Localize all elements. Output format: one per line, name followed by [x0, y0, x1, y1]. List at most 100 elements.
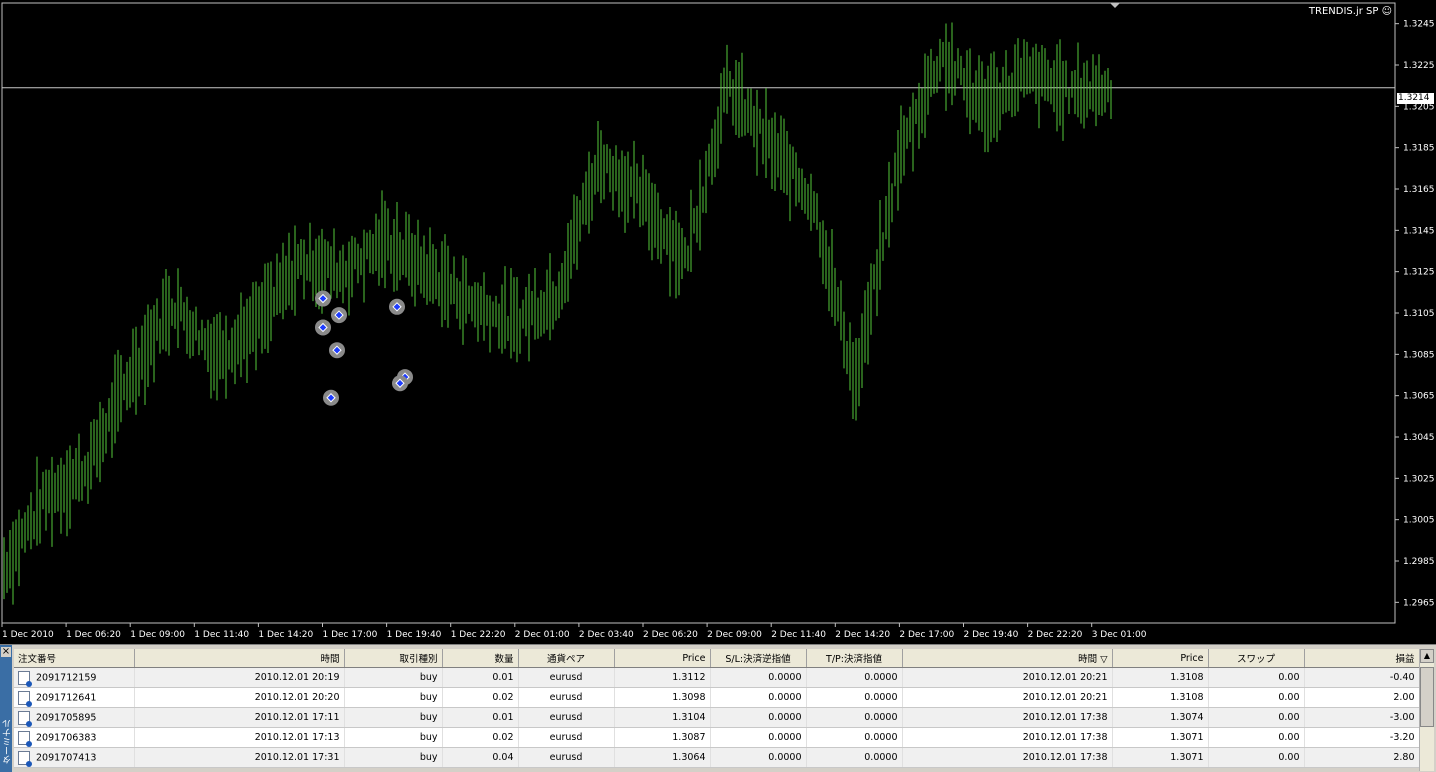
- table-cell: 2.80: [1304, 747, 1420, 768]
- column-header[interactable]: T/P:決済指値: [806, 649, 903, 668]
- terminal-tab-label: ターミナル: [3, 719, 13, 764]
- table-cell: 1.3064: [614, 747, 711, 768]
- x-tick-label: 2 Dec 01:00: [515, 630, 570, 640]
- table-row[interactable]: 2091712159 2010.12.01 20:19 buy 0.01 eurusd 1…: [14, 667, 1420, 688]
- x-tick-label: 1 Dec 11:40: [194, 630, 249, 640]
- y-tick-label: 1.2985: [1403, 557, 1435, 567]
- column-header[interactable]: 損益: [1304, 649, 1420, 668]
- table-cell: eurusd: [518, 667, 615, 688]
- terminal-side-tab[interactable]: × ターミナル: [0, 645, 13, 772]
- table-cell: 1.3071: [1112, 747, 1209, 768]
- column-header[interactable]: 注文番号: [14, 649, 135, 668]
- x-tick-label: 1 Dec 06:20: [66, 630, 121, 640]
- table-cell: 1.3074: [1112, 707, 1209, 728]
- y-tick-label: 1.3085: [1403, 350, 1435, 360]
- vertical-scrollbar[interactable]: ▲: [1419, 649, 1434, 771]
- table-cell: 1.3112: [614, 667, 711, 688]
- y-tick-label: 1.3245: [1403, 20, 1435, 30]
- x-tick-label: 1 Dec 22:20: [451, 630, 506, 640]
- table-cell: 0.0000: [806, 707, 903, 728]
- column-header[interactable]: 取引種別: [344, 649, 443, 668]
- table-cell: 2010.12.01 20:21: [902, 667, 1113, 688]
- close-icon[interactable]: ×: [1, 647, 11, 657]
- column-header[interactable]: 数量: [442, 649, 519, 668]
- table-cell: 1.3071: [1112, 727, 1209, 748]
- table-cell: 2010.12.01 17:38: [902, 707, 1113, 728]
- current-price-marker: 1.3214: [1397, 93, 1434, 104]
- y-tick-label: 1.3025: [1403, 474, 1435, 484]
- table-cell: 0.0000: [710, 727, 807, 748]
- order-ticket-icon: [18, 730, 32, 747]
- plot-frame: [1, 2, 1396, 624]
- x-tick-label: 1 Dec 14:20: [258, 630, 313, 640]
- order-history-table: 注文番号 時間 取引種別 数量 通貨ペア Price S/L:決済逆指値 T/P:決済指値 時間…: [14, 649, 1420, 768]
- x-tick-label: 1 Dec 17:00: [323, 630, 378, 640]
- price-chart[interactable]: 1.3245 1.3225 1.3205 1.3185 1.3165 1.3145 1.31…: [0, 0, 1436, 644]
- y-tick-label: 1.3165: [1403, 185, 1435, 195]
- chart-canvas: 1.32451.32251.32051.31851.31651.31451.31…: [1, 2, 1435, 640]
- table-cell: buy: [344, 707, 443, 728]
- y-tick-label: 1.2965: [1403, 598, 1435, 608]
- table-cell: 0.02: [442, 727, 519, 748]
- table-cell: buy: [344, 727, 443, 748]
- y-tick-label: 1.3125: [1403, 268, 1435, 278]
- table-cell: 2091707413: [14, 747, 135, 768]
- x-tick-label: 1 Dec 2010: [2, 630, 54, 640]
- table-body: 2091712159 2010.12.01 20:19 buy 0.01 eurusd 1…: [14, 667, 1420, 768]
- y-tick-label: 1.3145: [1403, 226, 1435, 236]
- table-cell: 0.0000: [710, 667, 807, 688]
- column-header[interactable]: Price: [1112, 649, 1209, 668]
- table-cell: -3.00: [1304, 707, 1420, 728]
- column-header[interactable]: 時間 ▽: [902, 649, 1113, 668]
- table-cell: 2091712641: [14, 687, 135, 708]
- table-cell: buy: [344, 747, 443, 768]
- table-cell: 0.0000: [710, 707, 807, 728]
- table-cell: 2010.12.01 17:38: [902, 727, 1113, 748]
- table-cell: 2091705895: [14, 707, 135, 728]
- column-header[interactable]: S/L:決済逆指値: [710, 649, 807, 668]
- table-row[interactable]: 2091707413 2010.12.01 17:31 buy 0.04 eurusd 1…: [14, 747, 1420, 768]
- table-row[interactable]: 2091706383 2010.12.01 17:13 buy 0.02 eurusd 1…: [14, 727, 1420, 748]
- x-tick-label: 1 Dec 09:00: [130, 630, 185, 640]
- table-cell: 0.00: [1208, 687, 1305, 708]
- table-cell: eurusd: [518, 727, 615, 748]
- y-tick-label: 1.3225: [1403, 61, 1435, 71]
- order-ticket-icon: [18, 710, 32, 727]
- y-tick-label: 1.3065: [1403, 392, 1435, 402]
- scroll-thumb[interactable]: [1420, 667, 1434, 727]
- table-cell: 0.01: [442, 707, 519, 728]
- table-cell: 0.0000: [710, 687, 807, 708]
- table-cell: eurusd: [518, 707, 615, 728]
- table-cell: 0.0000: [806, 687, 903, 708]
- table-row[interactable]: 2091705895 2010.12.01 17:11 buy 0.01 eurusd 1…: [14, 707, 1420, 728]
- table-cell: 2010.12.01 17:13: [134, 727, 345, 748]
- table-cell: 0.00: [1208, 727, 1305, 748]
- table-cell: 2091712159: [14, 667, 135, 688]
- table-cell: 0.01: [442, 667, 519, 688]
- table-cell: -3.20: [1304, 727, 1420, 748]
- column-header[interactable]: スワップ: [1208, 649, 1305, 668]
- table-cell: eurusd: [518, 747, 615, 768]
- chart-shift-icon: [1110, 3, 1120, 8]
- table-cell: 1.3108: [1112, 667, 1209, 688]
- x-tick-label: 2 Dec 19:40: [964, 630, 1019, 640]
- table-cell: 0.00: [1208, 667, 1305, 688]
- scroll-up-icon[interactable]: ▲: [1420, 649, 1434, 663]
- indicator-label: TRENDIS.jr SP ☺: [1308, 6, 1392, 17]
- x-tick-label: 3 Dec 01:00: [1092, 630, 1147, 640]
- table-row[interactable]: 2091712641 2010.12.01 20:20 buy 0.02 eurusd 1…: [14, 687, 1420, 708]
- table-cell: 0.02: [442, 687, 519, 708]
- table-cell: buy: [344, 687, 443, 708]
- table-cell: eurusd: [518, 687, 615, 708]
- table-header-row: 注文番号 時間 取引種別 数量 通貨ペア Price S/L:決済逆指値 T/P:決済指値 時間…: [14, 649, 1420, 668]
- table-cell: 2010.12.01 17:31: [134, 747, 345, 768]
- table-cell: 2010.12.01 20:19: [134, 667, 345, 688]
- column-header[interactable]: Price: [614, 649, 711, 668]
- column-header[interactable]: 時間: [134, 649, 345, 668]
- table-cell: 2.00: [1304, 687, 1420, 708]
- table-cell: 1.3098: [614, 687, 711, 708]
- column-header[interactable]: 通貨ペア: [518, 649, 615, 668]
- y-tick-label: 1.3185: [1403, 144, 1435, 154]
- x-tick-label: 1 Dec 19:40: [387, 630, 442, 640]
- x-tick-label: 2 Dec 14:20: [835, 630, 890, 640]
